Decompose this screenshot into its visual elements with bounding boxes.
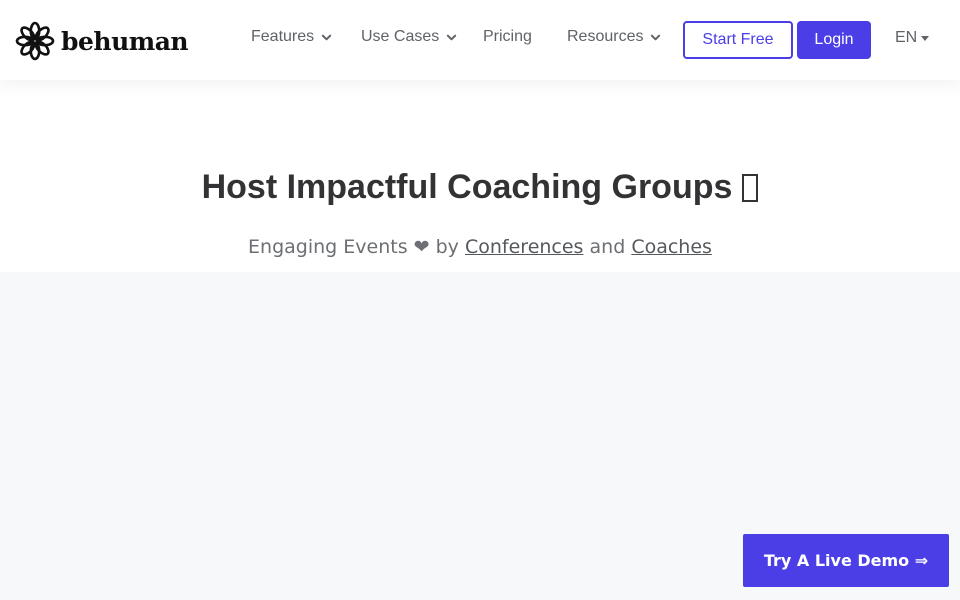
caret-down-icon bbox=[921, 35, 930, 41]
login-button[interactable]: Login bbox=[797, 21, 871, 59]
nav-pricing[interactable]: Pricing bbox=[483, 28, 532, 46]
nav-resources[interactable]: Resources bbox=[567, 28, 661, 46]
nav-features-label: Features bbox=[251, 28, 315, 45]
conferences-link[interactable]: Conferences bbox=[465, 236, 583, 258]
chevron-down-icon bbox=[321, 34, 332, 40]
logo[interactable]: behuman bbox=[15, 20, 189, 62]
hero-section: Host Impactful Coaching Groups Engaging … bbox=[0, 80, 960, 272]
nav-pricing-label: Pricing bbox=[483, 28, 532, 45]
coaches-link[interactable]: Coaches bbox=[631, 236, 712, 258]
chevron-down-icon bbox=[447, 34, 457, 40]
site-header: behuman Features Use Cases Pricing Resou… bbox=[0, 0, 960, 80]
subtitle-by: by bbox=[435, 236, 459, 258]
hero-subtitle: Engaging Events ❤ by Conferences and Coa… bbox=[0, 236, 960, 258]
flower-logo-icon bbox=[15, 21, 55, 61]
nav-use-cases[interactable]: Use Cases bbox=[361, 28, 457, 46]
language-label: EN bbox=[895, 29, 918, 46]
hero-title: Host Impactful Coaching Groups bbox=[0, 168, 960, 207]
missing-emoji-icon bbox=[742, 174, 759, 202]
nav-features[interactable]: Features bbox=[251, 28, 332, 46]
start-free-button[interactable]: Start Free bbox=[683, 21, 793, 59]
language-selector[interactable]: EN bbox=[895, 29, 930, 47]
nav-use-cases-label: Use Cases bbox=[361, 28, 440, 45]
subtitle-and: and bbox=[589, 236, 626, 258]
heart-icon: ❤ bbox=[413, 236, 430, 258]
subtitle-prefix: Engaging Events bbox=[248, 236, 408, 258]
hero-title-text: Host Impactful Coaching Groups bbox=[201, 168, 733, 206]
try-live-demo-button[interactable]: Try A Live Demo ⇒ bbox=[743, 534, 949, 587]
chevron-down-icon bbox=[651, 34, 661, 40]
brand-name: behuman bbox=[61, 26, 189, 56]
nav-resources-label: Resources bbox=[567, 28, 644, 45]
